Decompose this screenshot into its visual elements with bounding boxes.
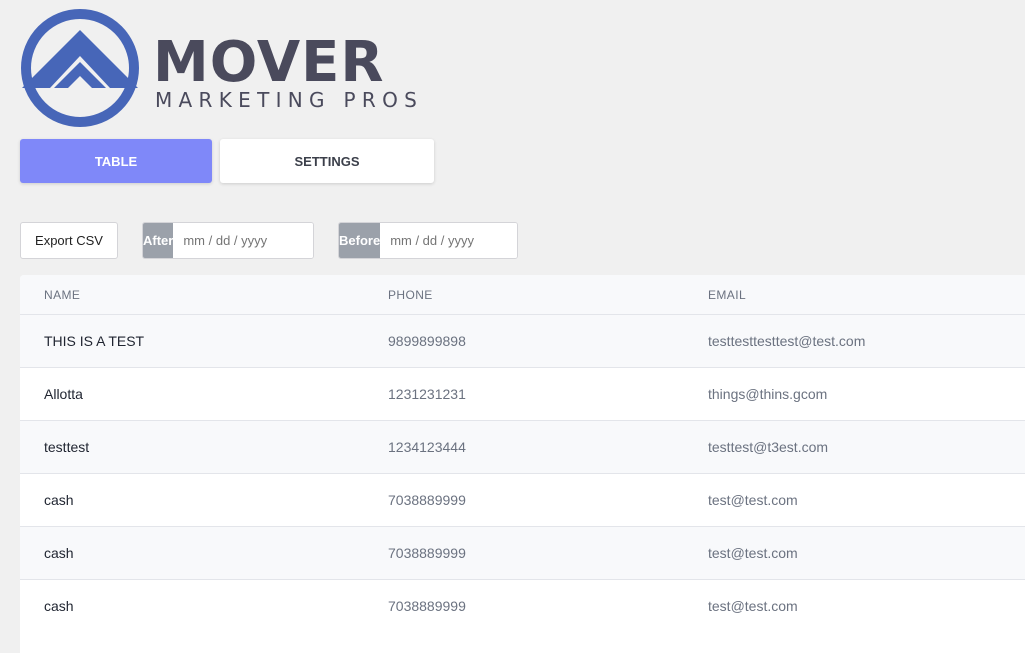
- before-date-input[interactable]: [380, 223, 517, 258]
- after-date-input[interactable]: [173, 223, 313, 258]
- cell-name: cash: [44, 598, 74, 614]
- export-csv-button[interactable]: Export CSV: [20, 222, 118, 259]
- leads-table: NAME PHONE EMAIL THIS IS A TEST 989989989…: [20, 275, 1025, 653]
- cell-email: things@thins.gcom: [708, 386, 828, 402]
- column-header-phone[interactable]: PHONE: [388, 288, 433, 302]
- brand-tagline: MARKETING PROS: [155, 88, 424, 112]
- after-date-filter: After: [142, 222, 314, 259]
- cell-email: test@test.com: [708, 598, 798, 614]
- brand-logo: MOVER MARKETING PROS: [20, 8, 450, 128]
- table-row[interactable]: THIS IS A TEST 9899899898 testtesttesttest…: [20, 314, 1025, 367]
- logo-mark-icon: [21, 9, 139, 127]
- table-row[interactable]: Allotta 1231231231 things@thins.gcom: [20, 367, 1025, 420]
- table-row[interactable]: cash 7038889999 test@test.com: [20, 526, 1025, 579]
- brand-name: MOVER: [153, 30, 385, 95]
- tab-table[interactable]: TABLE: [20, 139, 212, 183]
- cell-name: Allotta: [44, 386, 83, 402]
- column-header-name[interactable]: NAME: [44, 288, 80, 302]
- cell-phone: 9899899898: [388, 333, 466, 349]
- cell-name: THIS IS A TEST: [44, 333, 145, 349]
- before-date-filter: Before: [338, 222, 518, 259]
- table-row[interactable]: cash 7038889999 test@test.com: [20, 473, 1025, 526]
- tab-settings[interactable]: SETTINGS: [220, 139, 434, 183]
- cell-email: test@test.com: [708, 492, 798, 508]
- table-body: THIS IS A TEST 9899899898 testtesttesttest…: [20, 314, 1025, 632]
- before-label: Before: [339, 223, 381, 258]
- cell-email: test@test.com: [708, 545, 798, 561]
- column-header-email[interactable]: EMAIL: [708, 288, 746, 302]
- table-row[interactable]: testtest 1234123444 testtest@t3est.com: [20, 420, 1025, 473]
- cell-name: testtest: [44, 439, 90, 455]
- cell-phone: 1234123444: [388, 439, 466, 455]
- cell-phone: 7038889999: [388, 545, 466, 561]
- cell-phone: 7038889999: [388, 492, 466, 508]
- cell-email: testtesttesttest@test.com: [708, 333, 866, 349]
- cell-name: cash: [44, 545, 74, 561]
- cell-name: cash: [44, 492, 74, 508]
- cell-email: testtest@t3est.com: [708, 439, 829, 455]
- after-label: After: [143, 223, 174, 258]
- table-row[interactable]: cash 7038889999 test@test.com: [20, 579, 1025, 632]
- table-header: NAME PHONE EMAIL: [20, 275, 1025, 314]
- cell-phone: 7038889999: [388, 598, 466, 614]
- cell-phone: 1231231231: [388, 386, 466, 402]
- app-page: MOVER MARKETING PROS TABLE SETTINGS Expo…: [0, 0, 1025, 653]
